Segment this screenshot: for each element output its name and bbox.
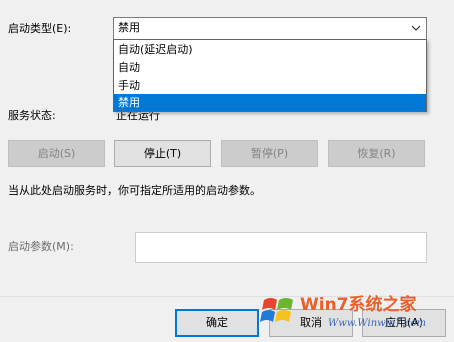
start-parameters-hint: 当从此处启动服务时，你可指定所适用的启动参数。 [8,184,261,197]
startup-type-value: 禁用 [118,21,140,34]
dropdown-option-auto-delayed[interactable]: 自动(延迟启动) [114,41,426,58]
pause-button[interactable]: 暂停(P) [221,140,318,167]
start-parameters-input[interactable] [135,232,427,263]
dropdown-option-auto[interactable]: 自动 [114,59,426,76]
footer-divider [0,296,454,297]
service-status-label: 服务状态: [8,109,56,122]
startup-type-label: 启动类型(E): [8,22,72,35]
cancel-button[interactable]: 取消 [269,309,353,337]
dropdown-option-disabled[interactable]: 禁用 [114,94,426,111]
start-parameters-label: 启动参数(M): [8,240,74,253]
apply-button[interactable]: 应用(A) [362,309,446,337]
ok-button[interactable]: 确定 [175,309,259,337]
startup-type-select[interactable]: 禁用 [113,17,427,40]
dropdown-option-manual[interactable]: 手动 [114,77,426,94]
resume-button[interactable]: 恢复(R) [328,140,425,167]
startup-type-dropdown: 自动(延迟启动) 自动 手动 禁用 [113,39,427,112]
stop-button[interactable]: 停止(T) [114,140,211,167]
chevron-down-icon [411,25,421,31]
start-button[interactable]: 启动(S) [8,140,105,167]
